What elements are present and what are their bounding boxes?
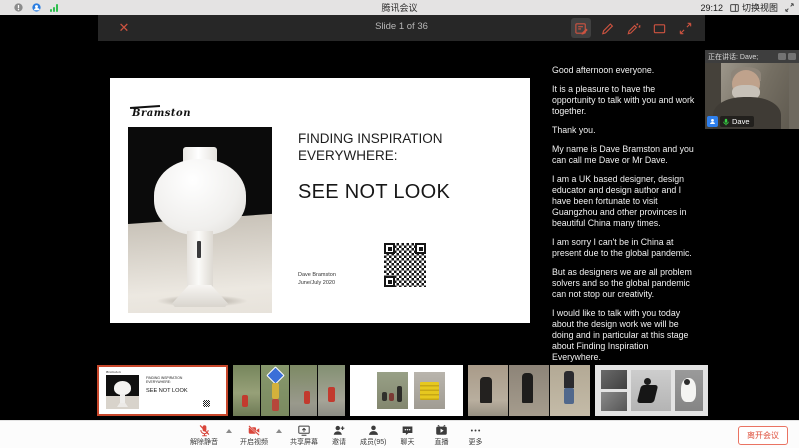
video-panel-header: 正在讲话: Dave; bbox=[705, 50, 799, 63]
mic-muted-icon bbox=[198, 424, 211, 437]
video-panel: 正在讲话: Dave; Dave bbox=[705, 50, 799, 129]
slide-thumbnail-1[interactable]: Bramston FINDING INSPIRATION EVERYWHERE:… bbox=[97, 365, 228, 416]
tencent-meeting-window: 腾讯会议 29:12 切换视图 ✕ Slide 1 of 36 bbox=[0, 0, 799, 448]
members-button[interactable]: 成员(95) bbox=[360, 423, 386, 447]
more-dots-icon bbox=[469, 424, 482, 437]
view-layout-icon[interactable] bbox=[778, 53, 786, 60]
laser-pointer-tool-button[interactable] bbox=[623, 18, 643, 38]
bramston-logo: Bramston bbox=[132, 108, 191, 119]
notes-paragraph: It is a pleasure to have the opportunity… bbox=[552, 84, 698, 117]
network-signal-icon bbox=[50, 4, 58, 12]
more-button[interactable]: 更多 bbox=[462, 423, 488, 447]
share-screen-button[interactable]: 共享屏幕 bbox=[290, 423, 318, 447]
unmute-button[interactable]: 解除静音 bbox=[190, 423, 218, 447]
slide-date: June/July 2020 bbox=[298, 280, 336, 288]
rectangle-shape-icon bbox=[652, 21, 667, 36]
slide-thumbnail-4[interactable] bbox=[468, 365, 590, 416]
chat-button[interactable]: 聊天 bbox=[394, 423, 420, 447]
qr-code bbox=[382, 241, 428, 289]
menubar: 腾讯会议 29:12 切换视图 bbox=[0, 0, 799, 15]
notes-paragraph: I would like to talk with you today abou… bbox=[552, 308, 698, 363]
live-stream-button[interactable]: 直播 bbox=[428, 423, 454, 447]
share-screen-icon bbox=[297, 424, 311, 437]
view-layout-icon[interactable] bbox=[788, 53, 796, 60]
slide-thumbnail-3[interactable] bbox=[350, 365, 463, 416]
mic-active-icon bbox=[722, 118, 730, 126]
notes-paragraph: I am sorry I can't be in China at presen… bbox=[552, 237, 698, 259]
slide-title: SEE NOT LOOK bbox=[298, 181, 450, 204]
slide-thumbnail-5[interactable] bbox=[595, 365, 708, 416]
slide-credit: Dave Bramston June/July 2020 bbox=[298, 272, 336, 287]
notes-paragraph: Thank you. bbox=[552, 125, 698, 136]
camera-off-icon bbox=[247, 424, 261, 437]
presentation-header: ✕ Slide 1 of 36 bbox=[98, 15, 705, 41]
presentation-slide: Bramston FINDING INSPIRATION EVERYWHERE:… bbox=[110, 78, 530, 323]
start-video-button[interactable]: 开启视频 bbox=[240, 423, 268, 447]
slide-heading: FINDING INSPIRATION EVERYWHERE: bbox=[298, 130, 448, 164]
annotation-toolbar bbox=[571, 18, 695, 38]
meeting-controls-bar: 解除静音 开启视频 共享屏幕 bbox=[0, 420, 799, 448]
notes-icon bbox=[574, 21, 589, 36]
slide-thumbnail-2[interactable] bbox=[233, 365, 345, 416]
members-icon bbox=[367, 424, 380, 437]
leave-meeting-button[interactable]: 离开会议 bbox=[738, 426, 788, 445]
chat-icon bbox=[401, 424, 414, 437]
live-icon bbox=[435, 424, 448, 437]
participant-name: Dave bbox=[732, 117, 750, 126]
switch-view-icon bbox=[730, 4, 739, 12]
notes-paragraph: My name is Dave Bramston and you can cal… bbox=[552, 144, 698, 166]
expand-annotation-button[interactable] bbox=[675, 18, 695, 38]
notes-paragraph: But as designers we are all problem solv… bbox=[552, 267, 698, 300]
meeting-main-area: ✕ Slide 1 of 36 bbox=[0, 15, 799, 448]
fullscreen-icon[interactable] bbox=[785, 3, 794, 12]
notes-tool-button[interactable] bbox=[571, 18, 591, 38]
laser-pointer-icon bbox=[626, 21, 641, 36]
lamp-photo bbox=[128, 127, 272, 313]
participant-video-feed[interactable]: Dave bbox=[705, 63, 799, 129]
mic-options-caret[interactable] bbox=[226, 429, 232, 433]
notes-paragraph: I am a UK based designer, design educato… bbox=[552, 174, 698, 229]
shape-tool-button[interactable] bbox=[649, 18, 669, 38]
notes-paragraph: Good afternoon everyone. bbox=[552, 65, 698, 76]
info-status-icon[interactable] bbox=[14, 3, 23, 12]
meeting-status-icon[interactable] bbox=[32, 3, 41, 12]
speaking-now-label: 正在讲话: Dave; bbox=[708, 52, 758, 62]
slide-author: Dave Bramston bbox=[298, 272, 336, 280]
invite-person-icon bbox=[332, 424, 346, 437]
meeting-duration: 29:12 bbox=[700, 3, 723, 13]
expand-arrows-icon bbox=[678, 21, 693, 36]
invite-button[interactable]: 邀请 bbox=[326, 423, 352, 447]
switch-view-button[interactable]: 切换视图 bbox=[730, 1, 778, 14]
host-badge-icon bbox=[707, 116, 718, 127]
pen-icon bbox=[600, 21, 615, 36]
participant-name-overlay: Dave bbox=[707, 116, 754, 127]
presenter-notes: Good afternoon everyone. It is a pleasure… bbox=[552, 65, 698, 371]
video-options-caret[interactable] bbox=[276, 429, 282, 433]
pen-tool-button[interactable] bbox=[597, 18, 617, 38]
app-title: 腾讯会议 bbox=[0, 1, 799, 14]
